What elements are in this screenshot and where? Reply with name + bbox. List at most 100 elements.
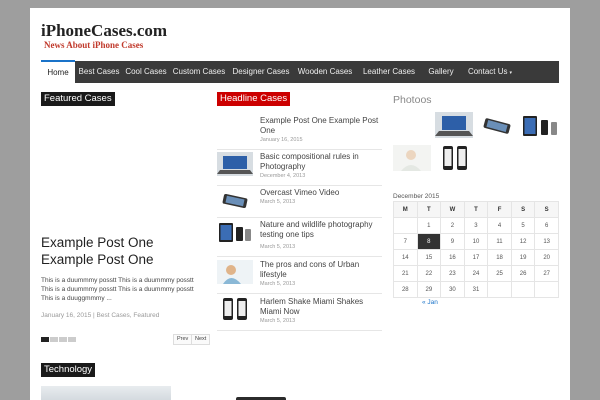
nav-gallery[interactable]: Gallery	[421, 61, 461, 83]
calendar-day[interactable]: 11	[487, 233, 512, 250]
calendar-week-row: 123456	[393, 217, 559, 234]
calendar-day[interactable]: 6	[534, 217, 559, 234]
calendar-empty-cell	[534, 281, 559, 298]
calendar-day[interactable]: 17	[463, 249, 489, 266]
calendar-day[interactable]: 28	[393, 281, 418, 298]
slider-dot[interactable]	[68, 337, 76, 342]
headline-date: December 4, 2013	[260, 173, 306, 179]
calendar-day[interactable]: 27	[534, 265, 559, 282]
slider-dot[interactable]	[41, 337, 49, 342]
woman-photo[interactable]	[393, 145, 431, 171]
calendar-weekday: T	[416, 201, 442, 218]
headline-title[interactable]: Nature and wildlife photography testing …	[260, 220, 382, 240]
nav-wooden-cases[interactable]: Wooden Cases	[293, 61, 357, 83]
calendar-day[interactable]: 3	[463, 217, 489, 234]
featured-post-title[interactable]: Example Post One Example Post One	[41, 234, 206, 268]
calendar-prev-link[interactable]: « Jan	[422, 299, 438, 306]
nav-best-cases[interactable]: Best Cases	[75, 61, 123, 83]
headline-item[interactable]: Harlem Shake Miami Shakes Miami Now Marc…	[217, 297, 382, 331]
calendar-day[interactable]: 4	[487, 217, 512, 234]
calendar-week-row: 21 22 23 24 25 26 27	[393, 265, 559, 282]
next-button[interactable]: Next	[191, 334, 211, 345]
technology-post-image[interactable]	[41, 386, 171, 400]
headline-title[interactable]: Overcast Vimeo Video	[260, 188, 382, 198]
calendar-day[interactable]: 31	[463, 281, 489, 298]
calendar-weekday: W	[440, 201, 465, 218]
woman-photo-thumbnail[interactable]	[217, 260, 253, 284]
calendar-week-row: 28 29 30 31	[393, 281, 559, 298]
calendar-day[interactable]: 15	[416, 249, 442, 266]
calendar-day[interactable]: 21	[393, 265, 418, 282]
headline-date: March 5, 2013	[260, 244, 296, 250]
devices-photo[interactable]	[521, 112, 559, 138]
calendar-day[interactable]: 30	[440, 281, 465, 298]
calendar-empty-cell	[510, 281, 536, 298]
laptop-photo-thumbnail[interactable]	[217, 152, 253, 176]
calendar-day[interactable]: 19	[510, 249, 536, 266]
calendar-day[interactable]: 24	[463, 265, 489, 282]
headline-item[interactable]: Nature and wildlife photography testing …	[217, 220, 382, 257]
headline-title[interactable]: Harlem Shake Miami Shakes Miami Now	[260, 297, 382, 317]
calendar-empty-cell	[393, 217, 418, 234]
technology-section-label: Technology	[41, 363, 96, 377]
calendar-day[interactable]: 20	[534, 249, 559, 266]
calendar-day[interactable]: 16	[440, 249, 465, 266]
headline-date: March 5, 2013	[260, 318, 296, 324]
nav-custom-cases[interactable]: Custom Cases	[169, 61, 229, 83]
calendar-weekday: S	[534, 201, 559, 218]
headline-date: March 5, 2013	[260, 199, 296, 205]
laptop-photo[interactable]	[435, 112, 473, 138]
calendar-weekday: S	[510, 201, 536, 218]
headline-item[interactable]: Example Post One Example Post One Januar…	[217, 116, 382, 150]
calendar-day[interactable]: 13	[534, 233, 559, 250]
nav-cool-cases[interactable]: Cool Cases	[123, 61, 169, 83]
two-phones-photo-thumbnail[interactable]	[217, 297, 253, 321]
calendar-day[interactable]: 5	[510, 217, 536, 234]
calendar-day[interactable]: 25	[487, 265, 512, 282]
calendar-day[interactable]: 12	[510, 233, 536, 250]
site-title[interactable]: iPhoneCases.com	[41, 21, 167, 41]
calendar-day[interactable]: 8	[416, 233, 442, 250]
headline-item[interactable]: Overcast Vimeo Video March 5, 2013	[217, 188, 382, 218]
calendar-table: MTWTFSS 1 2 3 4 5 6 7 8 9 10 11 12 13 14 15 16 17 18 19 20 2…	[393, 201, 559, 298]
nav-contact-us[interactable]: Contact Us ▾	[461, 61, 519, 83]
prev-button[interactable]: Prev	[173, 334, 193, 345]
calendar-weekday: T	[463, 201, 489, 218]
headline-section-label: Headline Cases	[217, 92, 291, 106]
headline-title[interactable]: Basic compositional rules in Photography	[260, 152, 382, 172]
calendar-weekday: F	[487, 201, 512, 218]
calendar-day[interactable]: 9	[440, 233, 465, 250]
calendar-day[interactable]: 7	[393, 233, 418, 250]
chevron-down-icon: ▾	[509, 70, 513, 76]
headline-item[interactable]: The pros and cons of Urban lifestyle Mar…	[217, 260, 382, 294]
calendar-day[interactable]: 10	[463, 233, 489, 250]
nav-designer-cases[interactable]: Designer Cases	[229, 61, 293, 83]
calendar-day[interactable]: 18	[487, 249, 512, 266]
two-phones-photo[interactable]	[436, 145, 474, 171]
photos-widget-title: Photoos	[393, 94, 432, 106]
site-tagline: News About iPhone Cases	[44, 40, 144, 50]
calendar-day[interactable]: 22	[416, 265, 442, 282]
calendar-day[interactable]: 29	[416, 281, 442, 298]
calendar-day[interactable]: 14	[393, 249, 418, 266]
devices-photo-thumbnail[interactable]	[217, 220, 253, 244]
headline-item[interactable]: Basic compositional rules in Photography…	[217, 152, 382, 186]
calendar-day[interactable]: 26	[510, 265, 536, 282]
headline-title[interactable]: Example Post One Example Post One	[260, 116, 382, 136]
slider-dot[interactable]	[59, 337, 67, 342]
phone-photo-thumbnail[interactable]	[217, 188, 253, 212]
page: iPhoneCases.com News About iPhone Cases …	[30, 8, 570, 400]
nav-leather-cases[interactable]: Leather Cases	[357, 61, 421, 83]
nav-home[interactable]: Home	[41, 60, 75, 85]
featured-section-label: Featured Cases	[41, 92, 115, 106]
phone-photo[interactable]	[478, 112, 516, 138]
calendar-day[interactable]: 23	[440, 265, 465, 282]
slider-dot[interactable]	[50, 337, 58, 342]
calendar-caption: December 2015	[393, 193, 440, 200]
calendar-day[interactable]: 1	[416, 217, 442, 234]
calendar-week-row: 7 8 9 10 11 12 13	[393, 233, 559, 250]
main-nav: Home Best Cases Cool Cases Custom Cases …	[41, 60, 559, 85]
calendar-empty-cell	[487, 281, 512, 298]
headline-title[interactable]: The pros and cons of Urban lifestyle	[260, 260, 382, 280]
calendar-day[interactable]: 2	[440, 217, 465, 234]
